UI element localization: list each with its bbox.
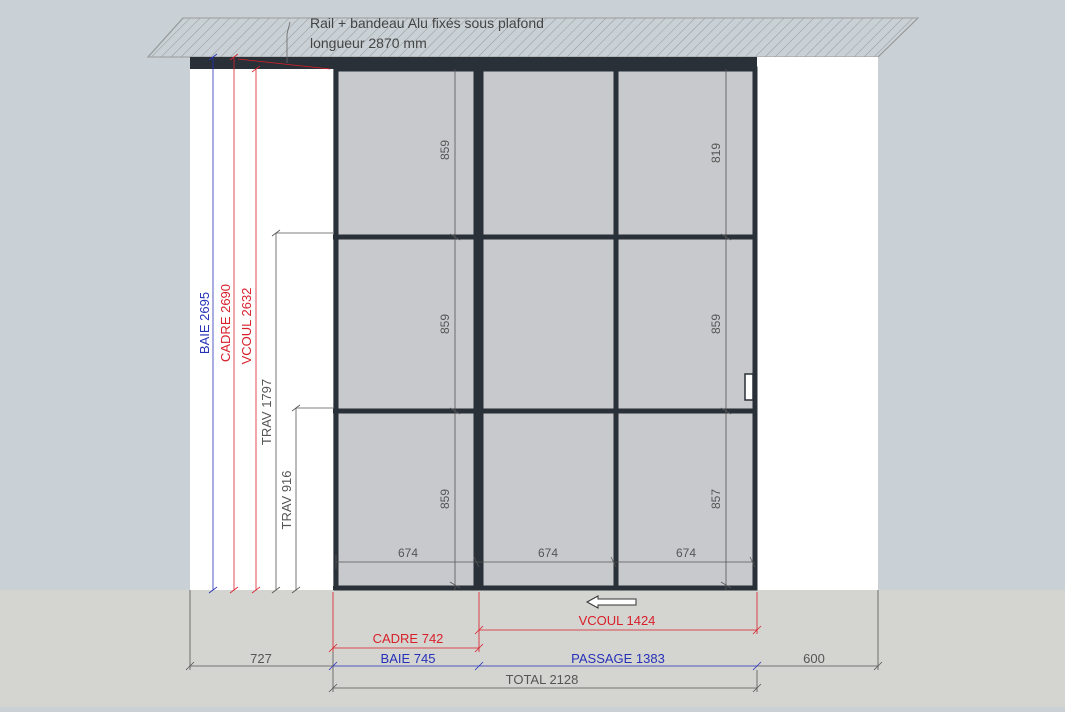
elevation-drawing: 859 859 859 819 859 857 674 674 674 BAIE… [0,0,1065,707]
door-handle-icon [744,373,754,401]
dim-trav-916: TRAV 916 [279,470,294,529]
pane-width-1: 674 [398,546,418,560]
dim-cadre-height: CADRE 2690 [218,284,233,362]
dim-cadre-width: CADRE 742 [373,631,444,646]
annotation-line-1: Rail + bandeau Alu fixés sous plafond [310,15,544,31]
dim-vcoul-height: VCOUL 2632 [239,288,254,365]
pane-height-fixed-2: 859 [438,314,452,334]
dim-vcoul-width: VCOUL 1424 [579,613,656,628]
pane-height-slide-3: 857 [709,489,723,509]
dim-trav-1797: TRAV 1797 [259,379,274,445]
pane-height-slide-1: 819 [709,143,723,163]
fixed-panel [333,66,479,591]
pane-width-3: 674 [676,546,696,560]
dim-passage: PASSAGE 1383 [571,651,665,666]
annotation-line-2: longueur 2870 mm [310,35,427,51]
dim-baie-height: BAIE 2695 [197,292,212,354]
dim-baie-width: BAIE 745 [381,651,436,666]
floor [0,590,1065,707]
pane-height-fixed-1: 859 [438,140,452,160]
dim-total: TOTAL 2128 [506,672,579,687]
pane-width-2: 674 [538,546,558,560]
dim-left-727: 727 [250,651,272,666]
elevation-svg: 859 859 859 819 859 857 674 674 674 BAIE… [0,15,1065,707]
pane-height-slide-2: 859 [709,314,723,334]
pane-height-fixed-3: 859 [438,489,452,509]
dim-right-600: 600 [803,651,825,666]
